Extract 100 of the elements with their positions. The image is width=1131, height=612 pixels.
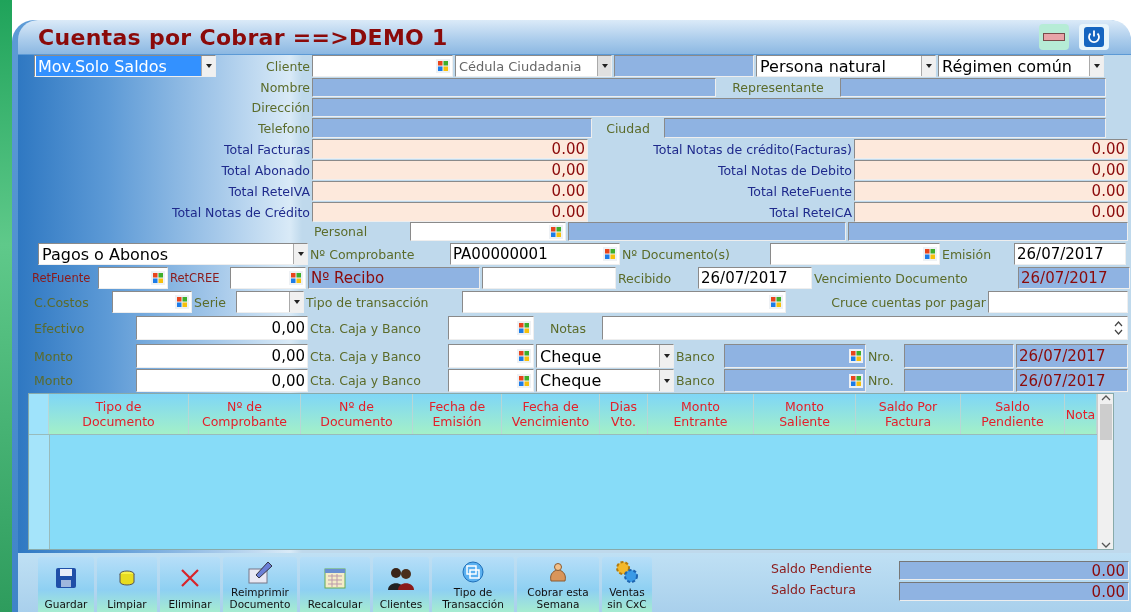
color-squares-icon[interactable] — [849, 373, 863, 388]
toolbar-button[interactable]: Eliminar — [160, 557, 220, 612]
caret-icon[interactable] — [659, 370, 673, 391]
amount-field[interactable]: 0,00 — [136, 344, 308, 368]
field-label: Monto — [34, 372, 74, 390]
color-squares-icon[interactable] — [289, 271, 303, 285]
caret-icon[interactable] — [293, 244, 307, 264]
lookup-field[interactable] — [410, 222, 566, 241]
field-label: Banco — [676, 372, 716, 390]
toolbar-button[interactable]: Cobrar esta Semana — [517, 557, 599, 612]
lookup-field[interactable] — [448, 316, 534, 340]
notes-field[interactable] — [602, 316, 1128, 340]
input-field[interactable] — [482, 267, 616, 289]
color-squares-icon[interactable] — [151, 271, 165, 285]
color-squares-icon[interactable] — [436, 59, 450, 73]
summary-value: 0.00 — [899, 561, 1129, 580]
color-squares-icon[interactable] — [517, 349, 531, 363]
color-squares-icon[interactable] — [549, 224, 563, 239]
field-label: Monto — [34, 347, 74, 366]
total-label: Total Notas de Debito — [716, 161, 852, 180]
date-field[interactable]: 26/07/2017 — [698, 267, 812, 289]
amount-field: 0.00 — [854, 139, 1128, 159]
field-label: Personal — [314, 223, 369, 241]
dropdown[interactable]: Persona natural — [756, 55, 936, 77]
amount-field[interactable]: 0,00 — [136, 369, 308, 392]
toolbar-button[interactable]: Clientes — [373, 557, 429, 612]
scroll-thumb[interactable] — [1099, 404, 1112, 440]
field-label: Notas — [548, 319, 588, 338]
toolbar-button[interactable]: Ventas sin CxC — [602, 557, 652, 612]
field-label: Ciudad — [605, 119, 651, 138]
date-field[interactable]: 26/07/2017 — [1014, 243, 1126, 265]
minimize-button[interactable] — [1039, 24, 1069, 50]
field-label: Nro. — [868, 372, 895, 390]
field-label: Dirección — [250, 99, 310, 117]
toolbar-button[interactable]: Tipo de Transacción — [432, 557, 514, 612]
total-label: Total Notas de Crédito — [170, 203, 310, 222]
toolbar-button[interactable]: Recalcular — [300, 557, 370, 612]
caret-icon[interactable] — [921, 56, 935, 76]
amount-field: 0.00 — [312, 139, 588, 159]
lookup-field[interactable]: PA00000001 — [450, 243, 620, 265]
field-label: Vencimiento Documento — [814, 269, 969, 288]
color-squares-icon[interactable] — [769, 295, 783, 309]
field-label: Tipo de transacción — [306, 293, 430, 312]
amount-field[interactable]: 0,00 — [136, 316, 308, 340]
field-label: Cta. Caja y Banco — [310, 347, 422, 366]
color-squares-icon[interactable] — [517, 321, 531, 335]
total-label: Total ReteIVA — [227, 182, 310, 201]
dropdown[interactable]: Pagos o Abonos — [38, 243, 308, 265]
color-squares-icon[interactable] — [849, 349, 863, 363]
field-label: Nombre — [259, 79, 310, 97]
lookup-field[interactable] — [448, 344, 534, 368]
minimize-icon — [1043, 33, 1065, 41]
dropdown[interactable]: Cheque — [536, 344, 674, 368]
amount-field: 0.00 — [854, 202, 1128, 222]
lookup-field[interactable] — [230, 267, 306, 289]
lookup-field[interactable] — [312, 55, 453, 77]
field-label: Telefono — [257, 119, 310, 138]
caret-icon[interactable] — [289, 292, 303, 312]
summary-label: Saldo Pendiente — [770, 561, 873, 578]
caret-icon[interactable] — [1089, 56, 1103, 76]
window-title: Cuentas por Cobrar ==>DEMO 1 — [38, 24, 449, 50]
readonly-field: 26/07/2017 — [1016, 369, 1128, 392]
readonly-field: 26/07/2017 — [1018, 267, 1130, 289]
total-label: Total Abonado — [220, 161, 310, 180]
dropdown[interactable]: Régimen común — [938, 55, 1104, 77]
scrollbar[interactable] — [1097, 394, 1113, 549]
total-label: Total ReteFuente — [746, 182, 852, 201]
field-label: Nº Comprobante — [310, 245, 416, 264]
toolbar-button[interactable]: Limpiar — [97, 557, 157, 612]
color-squares-icon[interactable] — [923, 247, 937, 261]
lookup-field[interactable] — [462, 291, 786, 313]
color-squares-icon[interactable] — [603, 247, 617, 261]
field-label: RetFuente — [32, 270, 92, 287]
input-field[interactable] — [988, 291, 1128, 313]
power-button[interactable] — [1079, 24, 1109, 50]
color-squares-icon[interactable] — [517, 373, 531, 388]
lookup-field[interactable] — [724, 369, 866, 392]
field-label: Efectivo — [34, 319, 86, 338]
gears-icon — [614, 558, 640, 585]
caret-icon[interactable] — [201, 56, 215, 76]
lookup-field[interactable] — [112, 291, 192, 313]
total-label: Total ReteICA — [768, 203, 852, 222]
dropdown[interactable]: Cheque — [536, 369, 674, 392]
calendar-icon — [323, 565, 347, 590]
amount-field: 0,00 — [854, 160, 1128, 180]
field-label: Banco — [676, 347, 716, 366]
amount-field: 0,00 — [312, 160, 588, 180]
lookup-field[interactable] — [770, 243, 940, 265]
total-label: Total Facturas — [223, 140, 310, 159]
toolbar-button[interactable]: Reimprimir Documento — [223, 557, 297, 612]
toolbar-button[interactable]: Guardar — [38, 557, 94, 612]
total-label: Total Notas de crédito(Facturas) — [652, 140, 852, 159]
spinner-icon[interactable] — [1114, 320, 1123, 336]
color-squares-icon[interactable] — [175, 295, 189, 309]
lookup-field[interactable] — [724, 344, 866, 368]
readonly-field: Nº Recibo — [308, 267, 480, 289]
lookup-field[interactable] — [98, 267, 168, 289]
lookup-field[interactable] — [448, 369, 534, 392]
caret-icon[interactable] — [659, 345, 673, 367]
field-label: Nº Documento(s) — [622, 245, 731, 264]
